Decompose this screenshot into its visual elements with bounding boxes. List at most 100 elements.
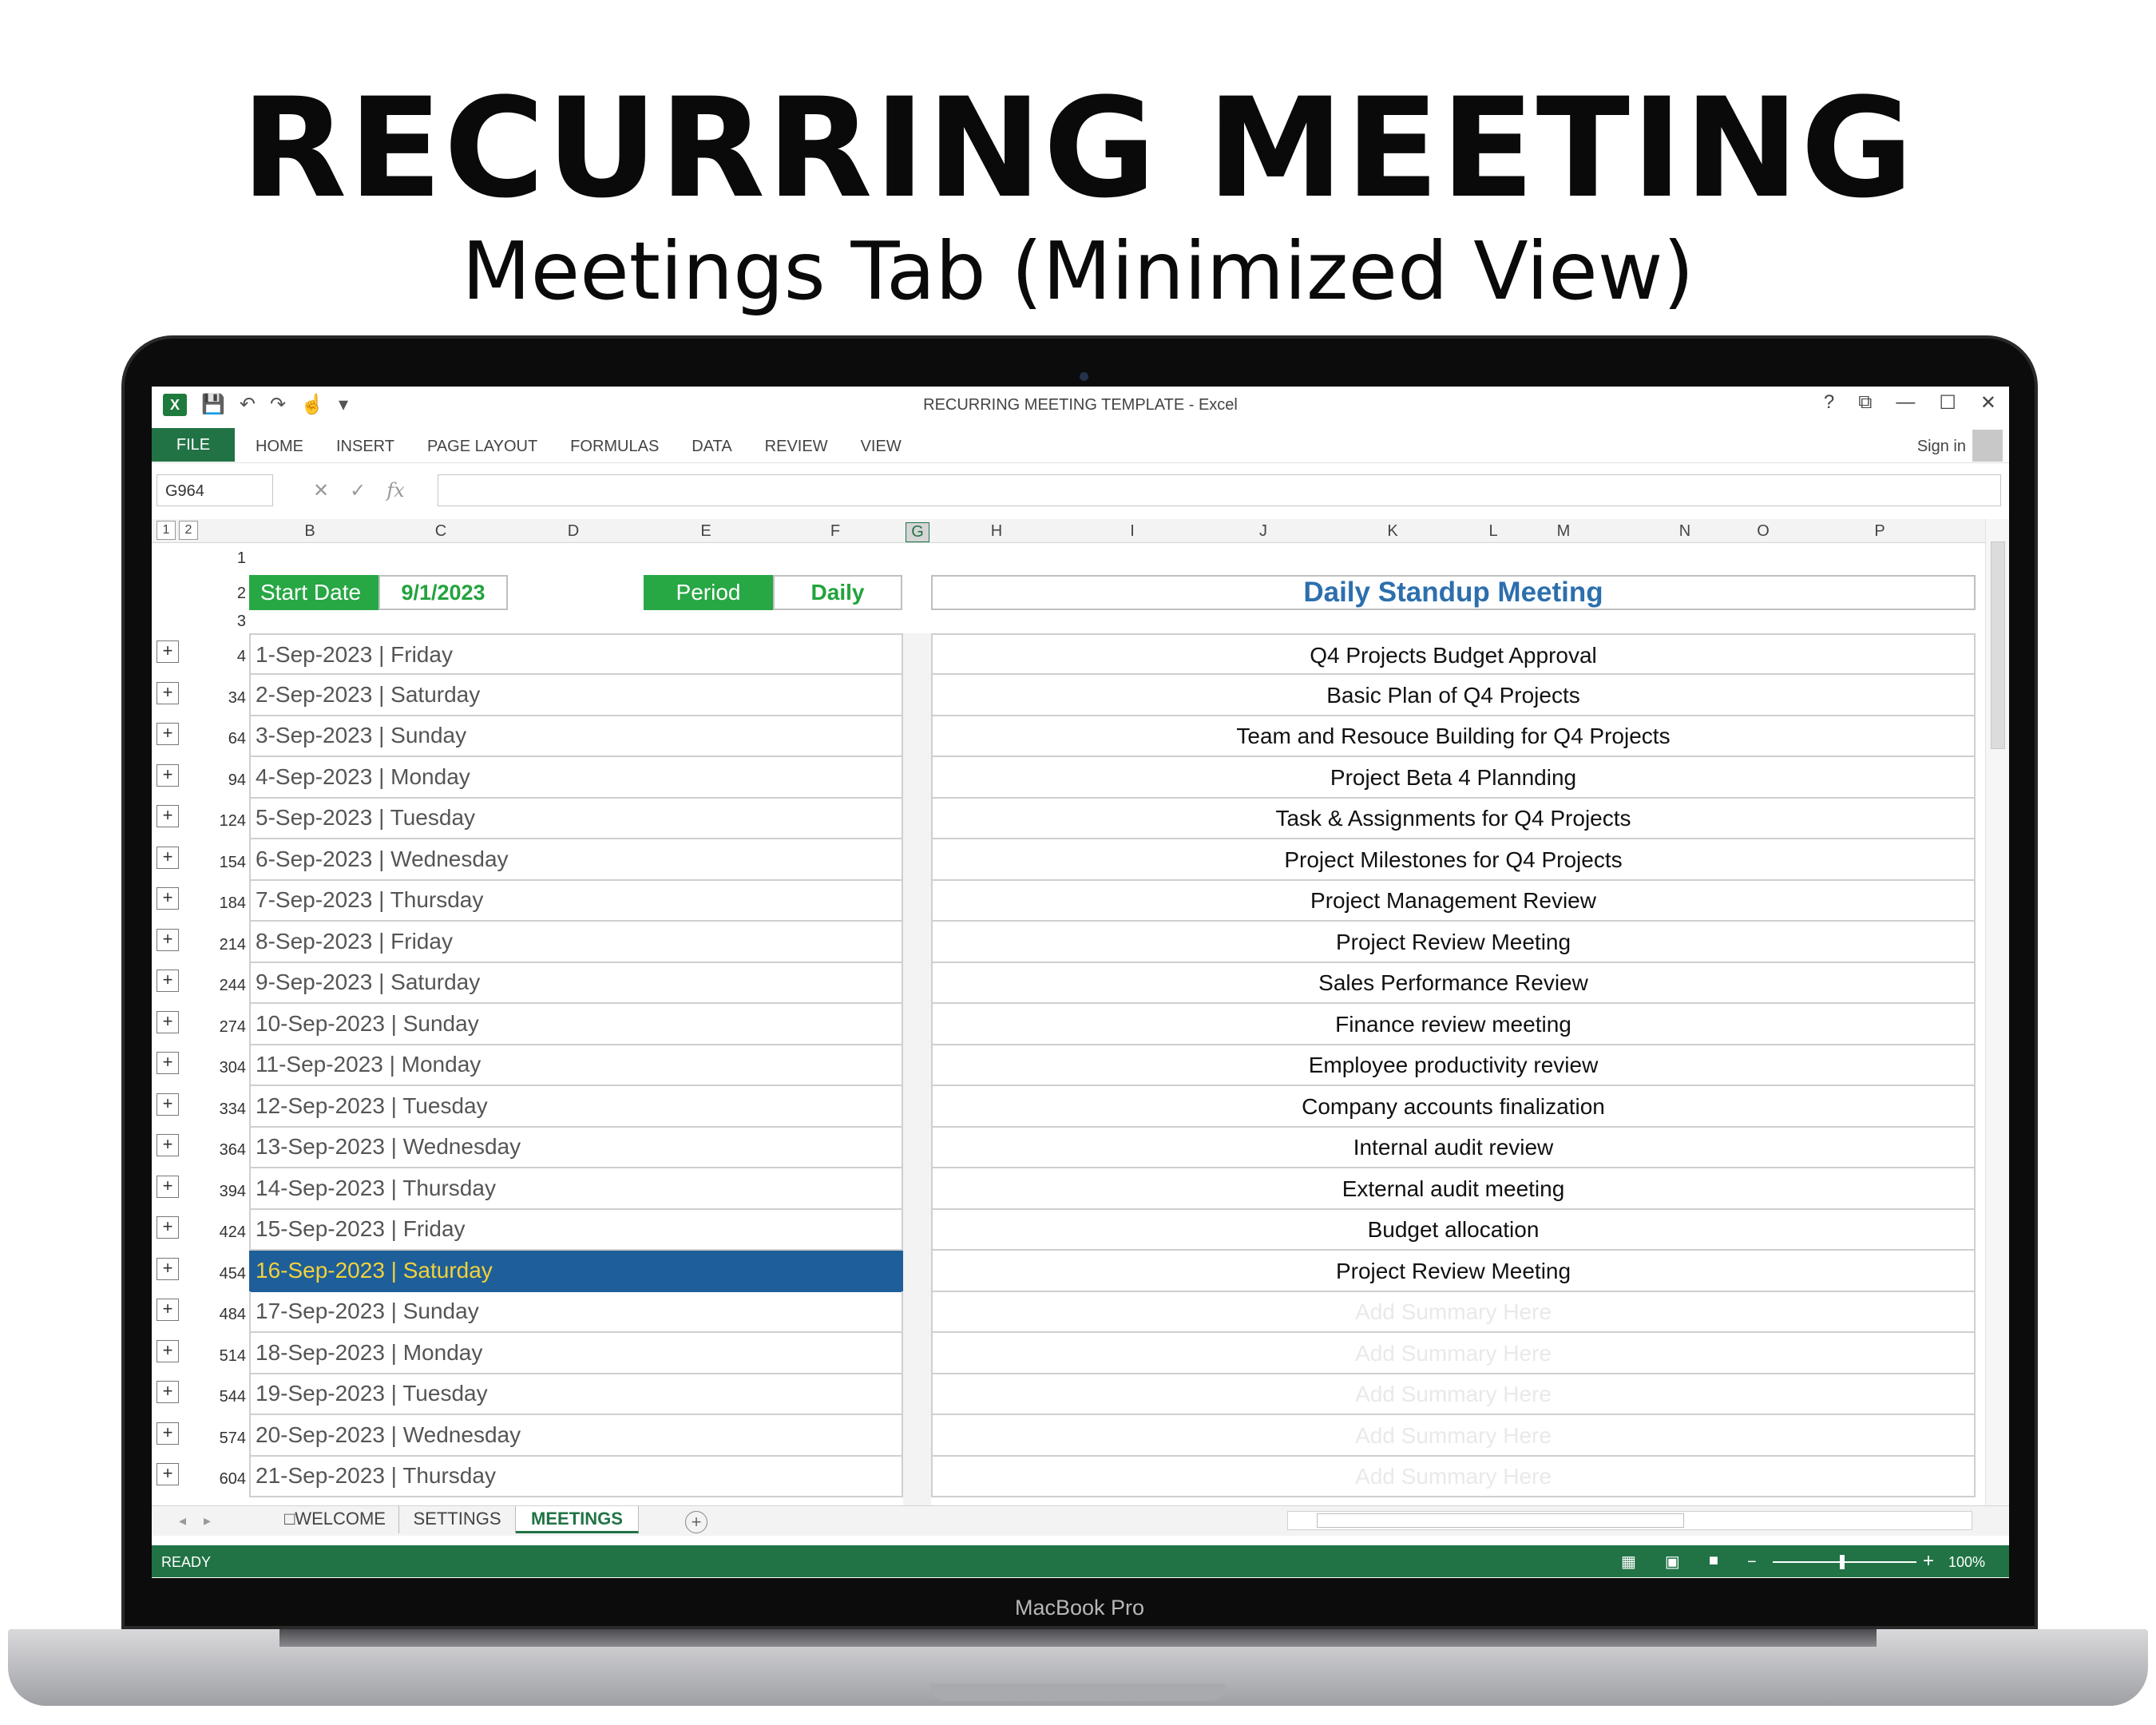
row-number[interactable]: 394 (152, 1183, 246, 1201)
summary-cell[interactable]: Team and Resouce Building for Q4 Project… (931, 716, 1976, 757)
row-number[interactable]: 1 (152, 549, 246, 568)
horizontal-scroll-thumb[interactable] (1317, 1513, 1684, 1528)
summary-cell[interactable]: Project Review Meeting (931, 1251, 1976, 1292)
row-number[interactable]: 604 (152, 1470, 246, 1489)
column-header-p[interactable]: P (1872, 522, 1888, 541)
vertical-scrollbar[interactable] (1985, 519, 2009, 1505)
tab-insert[interactable]: INSERT (336, 438, 394, 456)
add-sheet-icon[interactable]: + (685, 1511, 707, 1533)
row-number[interactable]: 334 (152, 1100, 246, 1119)
date-cell[interactable]: 1-Sep-2023 | Friday (249, 633, 903, 675)
summary-cell[interactable]: Project Management Review (931, 880, 1976, 922)
sheet-tab-welcome[interactable]: □WELCOME (271, 1506, 399, 1533)
row-number[interactable]: 4 (152, 648, 246, 666)
tab-review[interactable]: REVIEW (765, 438, 828, 456)
summary-cell[interactable]: Company accounts finalization (931, 1086, 1976, 1128)
date-cell[interactable]: 17-Sep-2023 | Sunday (249, 1291, 903, 1333)
summary-cell[interactable]: Project Review Meeting (931, 922, 1976, 963)
row-number[interactable]: 124 (152, 812, 246, 831)
zoom-slider-handle[interactable] (1840, 1555, 1845, 1569)
row-number[interactable]: 2 (152, 585, 246, 603)
formula-input[interactable] (438, 474, 2001, 506)
date-cell[interactable]: 15-Sep-2023 | Friday (249, 1209, 903, 1251)
date-cell[interactable]: 6-Sep-2023 | Wednesday (249, 839, 903, 881)
tab-data[interactable]: DATA (692, 438, 731, 456)
row-number[interactable]: 304 (152, 1059, 246, 1077)
date-cell[interactable]: 12-Sep-2023 | Tuesday (249, 1086, 903, 1128)
row-number[interactable]: 94 (152, 771, 246, 790)
column-header-f[interactable]: F (827, 522, 843, 541)
row-number[interactable]: 574 (152, 1430, 246, 1448)
date-cell[interactable]: 3-Sep-2023 | Sunday (249, 716, 903, 757)
date-cell[interactable]: 8-Sep-2023 | Friday (249, 922, 903, 963)
page-break-view-icon[interactable]: ■ (1709, 1552, 1718, 1572)
help-button[interactable]: ? (1824, 391, 1834, 414)
start-date-value[interactable]: 9/1/2023 (378, 575, 508, 610)
summary-cell[interactable]: External audit meeting (931, 1168, 1976, 1210)
close-button[interactable]: ✕ (1980, 391, 1996, 414)
zoom-slider[interactable] (1773, 1561, 1916, 1563)
column-header-i[interactable]: I (1124, 522, 1140, 541)
insert-function-icon[interactable]: fx (386, 479, 404, 502)
page-layout-view-icon[interactable]: ▣ (1665, 1552, 1680, 1572)
summary-cell[interactable]: Basic Plan of Q4 Projects (931, 675, 1976, 716)
column-header-o[interactable]: O (1755, 522, 1771, 541)
date-cell[interactable]: 14-Sep-2023 | Thursday (249, 1168, 903, 1210)
summary-cell[interactable]: Finance review meeting (931, 1004, 1976, 1045)
tab-page-layout[interactable]: PAGE LAYOUT (427, 438, 537, 456)
summary-cell[interactable]: Add Summary Here (931, 1415, 1976, 1457)
row-number[interactable]: 514 (152, 1347, 246, 1366)
date-cell[interactable]: 2-Sep-2023 | Saturday (249, 675, 903, 716)
date-cell[interactable]: 18-Sep-2023 | Monday (249, 1333, 903, 1374)
date-cell[interactable]: 20-Sep-2023 | Wednesday (249, 1415, 903, 1457)
row-number[interactable]: 3 (152, 613, 246, 631)
meeting-title[interactable]: Daily Standup Meeting (931, 575, 1976, 610)
column-header-c[interactable]: C (433, 522, 449, 541)
horizontal-scrollbar[interactable] (1287, 1511, 1972, 1530)
zoom-in-icon[interactable]: + (1923, 1550, 1934, 1572)
sheet-tab-settings[interactable]: SETTINGS (399, 1506, 516, 1533)
row-number[interactable]: 154 (152, 854, 246, 872)
sheet-tab-meetings[interactable]: MEETINGS (516, 1506, 639, 1533)
summary-cell[interactable]: Add Summary Here (931, 1333, 1976, 1374)
date-cell[interactable]: 11-Sep-2023 | Monday (249, 1045, 903, 1086)
row-number[interactable]: 544 (152, 1388, 246, 1406)
column-header-l[interactable]: L (1485, 522, 1501, 541)
summary-cell[interactable]: Budget allocation (931, 1209, 1976, 1251)
date-cell[interactable]: 7-Sep-2023 | Thursday (249, 880, 903, 922)
row-number[interactable]: 484 (152, 1306, 246, 1324)
date-cell[interactable]: 19-Sep-2023 | Tuesday (249, 1374, 903, 1415)
zoom-out-icon[interactable]: − (1747, 1553, 1757, 1572)
row-number[interactable]: 34 (152, 689, 246, 708)
outline-level-2-button[interactable]: 2 (179, 521, 198, 540)
summary-cell[interactable]: Project Beta 4 Plannding (931, 757, 1976, 799)
cancel-icon[interactable]: ✕ (313, 479, 329, 502)
row-number[interactable]: 424 (152, 1223, 246, 1242)
tab-file[interactable]: FILE (152, 428, 235, 462)
column-header-e[interactable]: E (698, 522, 714, 541)
summary-cell[interactable]: Sales Performance Review (931, 962, 1976, 1004)
column-header-m[interactable]: M (1556, 522, 1571, 541)
row-number[interactable]: 274 (152, 1018, 246, 1037)
normal-view-icon[interactable]: ▦ (1621, 1552, 1636, 1572)
summary-cell[interactable]: Add Summary Here (931, 1374, 1976, 1415)
row-number[interactable]: 244 (152, 977, 246, 995)
tab-home[interactable]: HOME (256, 438, 303, 456)
column-header-h[interactable]: H (989, 522, 1005, 541)
maximize-button[interactable]: ☐ (1939, 391, 1956, 414)
column-header-k[interactable]: K (1385, 522, 1401, 541)
column-header-g[interactable]: G (906, 522, 929, 542)
summary-cell[interactable]: Employee productivity review (931, 1045, 1976, 1086)
date-cell[interactable]: 5-Sep-2023 | Tuesday (249, 798, 903, 839)
row-number[interactable]: 64 (152, 730, 246, 748)
period-value[interactable]: Daily (773, 575, 902, 610)
minimize-button[interactable]: — (1896, 391, 1915, 414)
enter-icon[interactable]: ✓ (350, 479, 366, 502)
column-header-j[interactable]: J (1255, 522, 1271, 541)
column-header-n[interactable]: N (1677, 522, 1693, 541)
date-cell[interactable]: 21-Sep-2023 | Thursday (249, 1456, 903, 1497)
summary-cell[interactable]: Task & Assignments for Q4 Projects (931, 798, 1976, 839)
summary-cell[interactable]: Q4 Projects Budget Approval (931, 633, 1976, 675)
summary-cell[interactable]: Internal audit review (931, 1127, 1976, 1168)
row-number[interactable]: 184 (152, 894, 246, 913)
